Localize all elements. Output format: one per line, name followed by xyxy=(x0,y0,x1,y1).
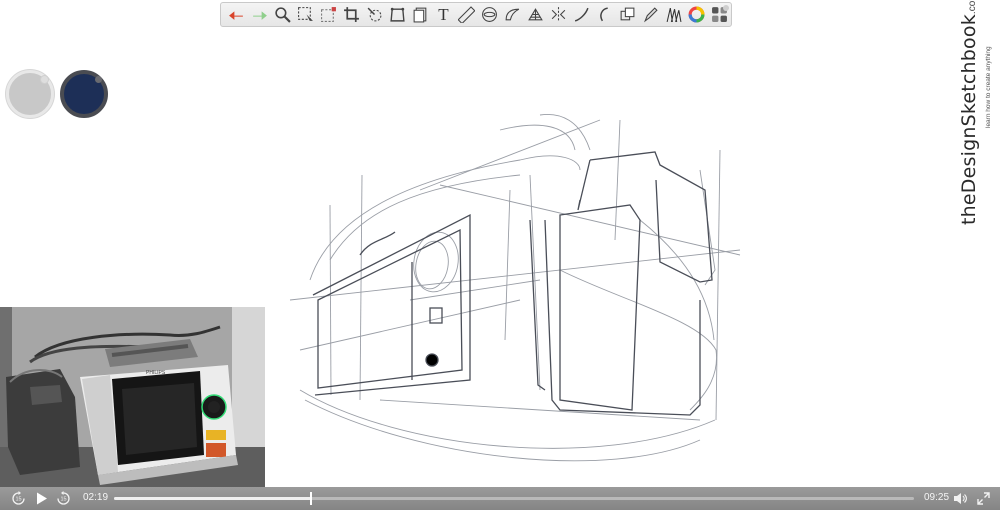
perspective-grid-icon[interactable] xyxy=(524,4,547,26)
layers-icon[interactable] xyxy=(409,4,432,26)
symmetry-icon[interactable] xyxy=(547,4,570,26)
predictive-stroke-icon[interactable] xyxy=(593,4,616,26)
skip-forward-icon[interactable]: 15 xyxy=(56,491,71,506)
redo-icon[interactable] xyxy=(248,4,271,26)
brand-name: theDesignSketchbook xyxy=(958,14,980,225)
text-tool-glyph: T xyxy=(438,4,449,24)
perspective-icon[interactable] xyxy=(386,4,409,26)
ruler-icon[interactable] xyxy=(455,4,478,26)
progress-handle[interactable] xyxy=(309,492,312,505)
current-time: 02:19 xyxy=(83,492,109,503)
select-icon[interactable] xyxy=(294,4,317,26)
brand-suffix: .com xyxy=(967,0,978,15)
progress-scrubber[interactable] xyxy=(114,492,914,505)
play-icon[interactable] xyxy=(34,491,49,506)
brush-icon[interactable] xyxy=(639,4,662,26)
device-brand-label: PHILIPS xyxy=(146,370,166,376)
sketch-construction-lines xyxy=(289,113,741,462)
french-curve-icon[interactable] xyxy=(501,4,524,26)
crop-icon[interactable] xyxy=(340,4,363,26)
video-player-bar: 15 15 02:19 09:25 xyxy=(0,487,1000,510)
sketch-defined-lines xyxy=(312,151,713,416)
skip-forward-seconds: 15 xyxy=(60,497,66,503)
text-icon[interactable]: T xyxy=(432,4,455,26)
brand-tagline: learn how to create anything xyxy=(985,46,992,128)
copic-color-icon[interactable] xyxy=(616,4,639,26)
lasso-select-icon[interactable] xyxy=(317,4,340,26)
progress-fill xyxy=(114,497,311,500)
skip-back-seconds: 15 xyxy=(15,497,21,503)
brush-library-icon[interactable] xyxy=(662,4,685,26)
defibrillator-reference-image: PHILIPS xyxy=(0,307,265,487)
toolbar-close-dot[interactable] xyxy=(723,5,729,11)
webcam-reference-video: PHILIPS xyxy=(0,307,265,487)
swatch-indicator-dot xyxy=(40,75,49,84)
ellipse-guide-icon[interactable] xyxy=(478,4,501,26)
brand-wordmark: theDesignSketchbook.com xyxy=(958,0,980,225)
swatch-navy[interactable] xyxy=(60,70,108,118)
fullscreen-icon[interactable] xyxy=(976,491,991,506)
total-time: 09:25 xyxy=(924,492,950,503)
transform-icon[interactable] xyxy=(363,4,386,26)
undo-icon[interactable] xyxy=(225,4,248,26)
steady-stroke-icon[interactable] xyxy=(570,4,593,26)
zoom-icon[interactable] xyxy=(271,4,294,26)
swatch-light-gray[interactable] xyxy=(6,70,54,118)
color-wheel-icon[interactable] xyxy=(685,4,708,26)
drawing-toolbar: T xyxy=(220,2,732,27)
volume-icon[interactable] xyxy=(953,491,968,506)
swatch-indicator-dot xyxy=(95,76,102,83)
skip-back-icon[interactable]: 15 xyxy=(11,491,26,506)
